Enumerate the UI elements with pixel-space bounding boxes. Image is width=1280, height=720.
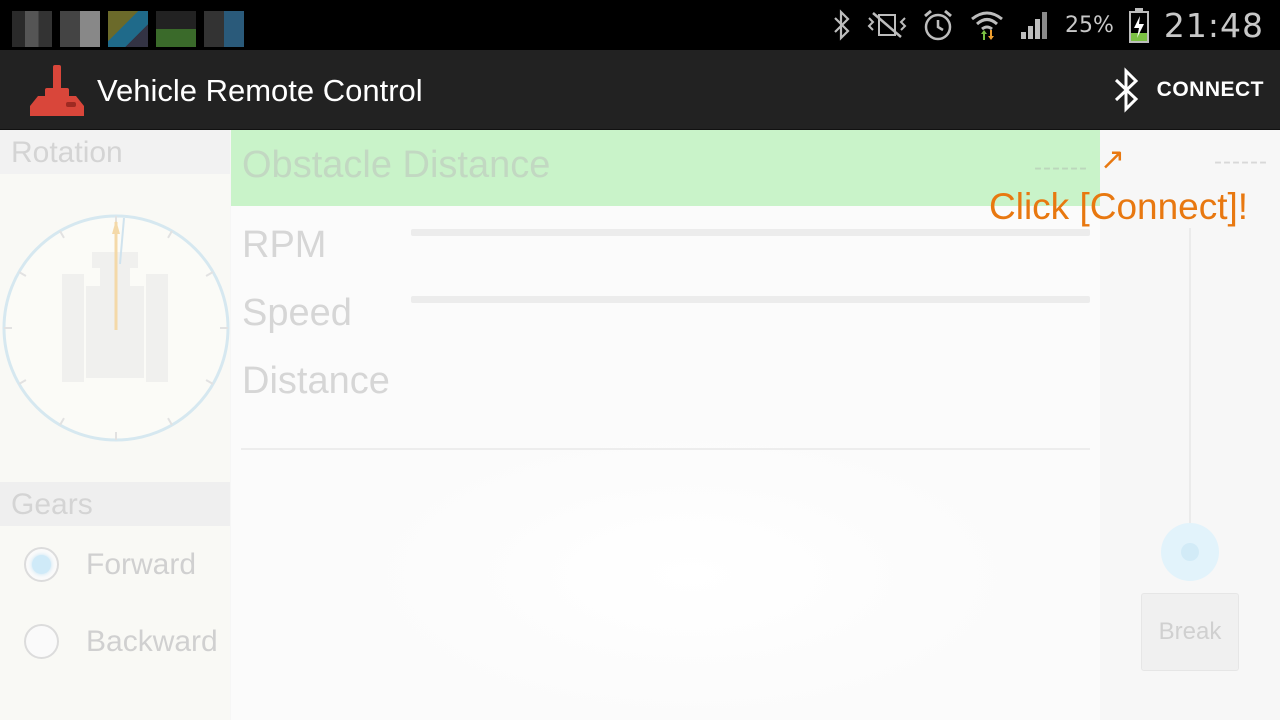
notification-icons <box>12 11 244 47</box>
obstacle-distance-label: Obstacle Distance <box>242 144 551 186</box>
app-title: Vehicle Remote Control <box>97 73 423 108</box>
forward-label: Forward <box>86 547 197 581</box>
backward-radio[interactable]: Backward <box>24 624 218 659</box>
signal-icon <box>1020 12 1047 39</box>
vibrate-mute-icon <box>867 12 907 38</box>
rpm-progress-bar <box>411 229 1090 236</box>
rpm-label: RPM <box>242 224 327 266</box>
connect-label: CONNECT <box>1156 78 1264 101</box>
battery-charging-icon <box>1128 8 1149 43</box>
rotation-header: Rotation <box>0 130 230 174</box>
hint-arrow-icon: ↗ <box>1100 142 1126 177</box>
speed-label: Speed <box>242 292 352 334</box>
rotation-dial[interactable] <box>0 212 230 444</box>
forward-radio[interactable]: Forward <box>24 547 196 582</box>
gears-header: Gears <box>0 482 230 526</box>
backward-radio-button[interactable] <box>24 624 59 659</box>
action-bar: Vehicle Remote Control CONNECT <box>0 50 1280 130</box>
joystick-icon[interactable] <box>28 62 86 120</box>
notification-icon <box>12 11 52 47</box>
status-bar: 25% 21:48 <box>0 0 1280 50</box>
bluetooth-icon <box>1114 67 1138 113</box>
status-icons: 25% 21:48 <box>831 0 1264 50</box>
throttle-slider-thumb[interactable] <box>1161 523 1219 581</box>
notification-icon <box>204 11 244 47</box>
battery-percent: 25% <box>1064 12 1114 38</box>
speed-progress-bar <box>411 296 1090 303</box>
connect-button[interactable]: CONNECT <box>1111 64 1264 116</box>
forward-radio-button[interactable] <box>24 547 59 582</box>
throttle-value: ------ <box>1214 148 1268 175</box>
notification-icon <box>108 11 148 47</box>
backward-label: Backward <box>86 624 218 658</box>
bluetooth-icon <box>834 9 850 41</box>
notification-icon <box>156 11 196 47</box>
divider <box>241 448 1090 450</box>
distance-label: Distance <box>242 360 390 402</box>
background-glow <box>361 430 1021 720</box>
center-panel: Obstacle Distance ------ RPM Speed Dista… <box>231 130 1100 720</box>
alarm-icon <box>924 9 952 41</box>
notification-icon <box>60 11 100 47</box>
throttle-slider-track[interactable] <box>1189 228 1191 558</box>
obstacle-distance-value: ------ <box>1034 154 1088 181</box>
connect-hint: Click [Connect]! <box>989 186 1249 227</box>
clock: 21:48 <box>1163 5 1264 45</box>
break-button[interactable]: Break <box>1141 593 1239 671</box>
wifi-icon <box>971 11 1003 40</box>
obstacle-distance-bar: Obstacle Distance ------ <box>231 130 1100 206</box>
left-panel: Rotation Gears Forward Backward <box>0 130 230 720</box>
